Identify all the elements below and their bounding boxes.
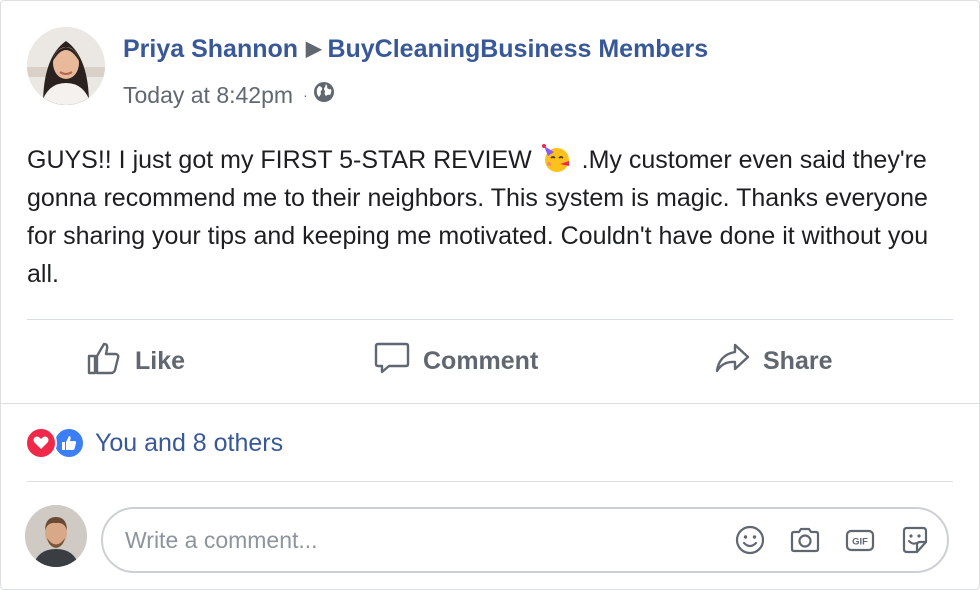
post-actions: Like Comment Share: [1, 319, 980, 403]
camera-icon[interactable]: [785, 520, 825, 560]
arrow-right-icon: ▶: [306, 38, 322, 60]
post-text-part1: GUYS!! I just got my FIRST 5-STAR REVIEW: [27, 146, 532, 174]
thumbs-up-icon: [53, 427, 85, 459]
divider-bottom: [27, 481, 953, 482]
divider-middle: [1, 403, 979, 404]
globe-icon[interactable]: [312, 80, 336, 110]
partying-face-emoji: [541, 142, 573, 174]
comment-input[interactable]: [125, 526, 715, 554]
like-button[interactable]: Like: [85, 319, 185, 403]
share-icon: [713, 339, 763, 384]
svg-text:GIF: GIF: [852, 537, 868, 548]
comment-composer: GIF: [25, 503, 949, 577]
author-avatar[interactable]: [27, 27, 105, 105]
sticker-icon[interactable]: [895, 520, 935, 560]
post-text: GUYS!! I just got my FIRST 5-STAR REVIEW…: [27, 141, 962, 293]
thumbs-up-icon: [85, 339, 135, 384]
author-name[interactable]: Priya Shannon: [123, 35, 298, 63]
user-avatar[interactable]: [25, 505, 87, 567]
author-line: Priya Shannon ▶ BuyCleaningBusiness Member…: [123, 35, 708, 64]
heart-icon: [25, 427, 57, 459]
group-name[interactable]: BuyCleaningBusiness Members: [327, 35, 708, 63]
share-button[interactable]: Share: [713, 319, 832, 403]
separator-dot: ·: [303, 87, 308, 103]
comment-box[interactable]: GIF: [101, 507, 949, 573]
post-meta: Today at 8:42pm ·: [123, 80, 336, 110]
comment-button[interactable]: Comment: [373, 319, 538, 403]
gif-icon[interactable]: GIF: [840, 520, 880, 560]
like-label: Like: [135, 346, 186, 375]
reactions-summary[interactable]: You and 8 others: [25, 425, 283, 461]
emoji-icon[interactable]: [730, 520, 770, 560]
post-header: Priya Shannon ▶ BuyCleaningBusiness Member…: [27, 27, 959, 110]
post-timestamp[interactable]: Today at 8:42pm: [123, 82, 293, 109]
reactions-text[interactable]: You and 8 others: [95, 429, 283, 458]
share-label: Share: [763, 346, 833, 375]
comment-icon: [373, 339, 423, 384]
post-card: Priya Shannon ▶ BuyCleaningBusiness Member…: [0, 0, 980, 590]
comment-label: Comment: [423, 346, 539, 375]
